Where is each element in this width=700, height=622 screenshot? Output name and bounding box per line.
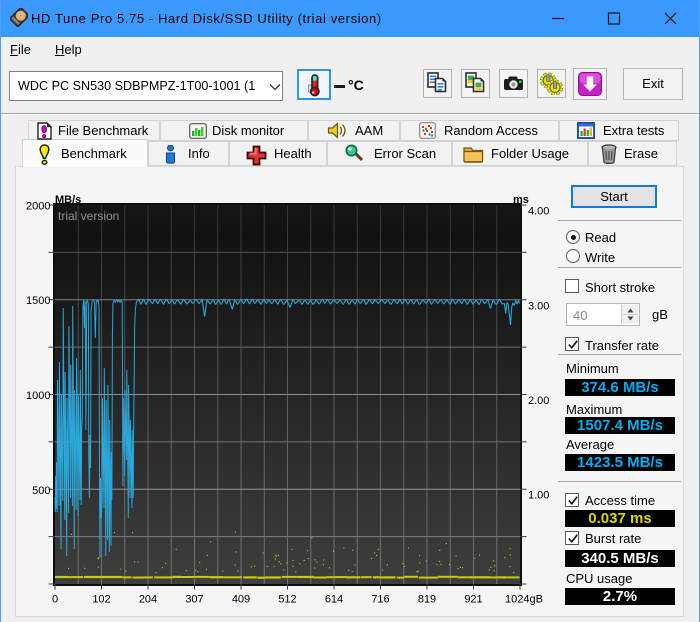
svg-text:0: 0	[52, 594, 58, 606]
svg-text:409: 409	[232, 594, 250, 606]
svg-text:819: 819	[418, 594, 436, 606]
svg-text:2.00: 2.00	[528, 395, 549, 407]
svg-text:1.00: 1.00	[528, 490, 549, 502]
svg-text:1500: 1500	[26, 295, 50, 307]
svg-text:512: 512	[278, 594, 296, 606]
svg-text:trial version: trial version	[58, 209, 119, 223]
svg-text:102: 102	[92, 594, 110, 606]
svg-text:ms: ms	[513, 194, 529, 206]
svg-text:500: 500	[32, 485, 50, 497]
svg-text:2000: 2000	[26, 201, 50, 213]
svg-text:4.00: 4.00	[528, 206, 549, 218]
svg-text:921: 921	[464, 594, 482, 606]
svg-text:204: 204	[139, 594, 157, 606]
svg-text:614: 614	[325, 594, 343, 606]
svg-text:MB/s: MB/s	[55, 194, 81, 206]
svg-text:716: 716	[371, 594, 389, 606]
svg-text:1024gB: 1024gB	[505, 594, 543, 606]
svg-text:307: 307	[185, 594, 203, 606]
svg-text:3.00: 3.00	[528, 300, 549, 312]
svg-text:1000: 1000	[26, 390, 50, 402]
